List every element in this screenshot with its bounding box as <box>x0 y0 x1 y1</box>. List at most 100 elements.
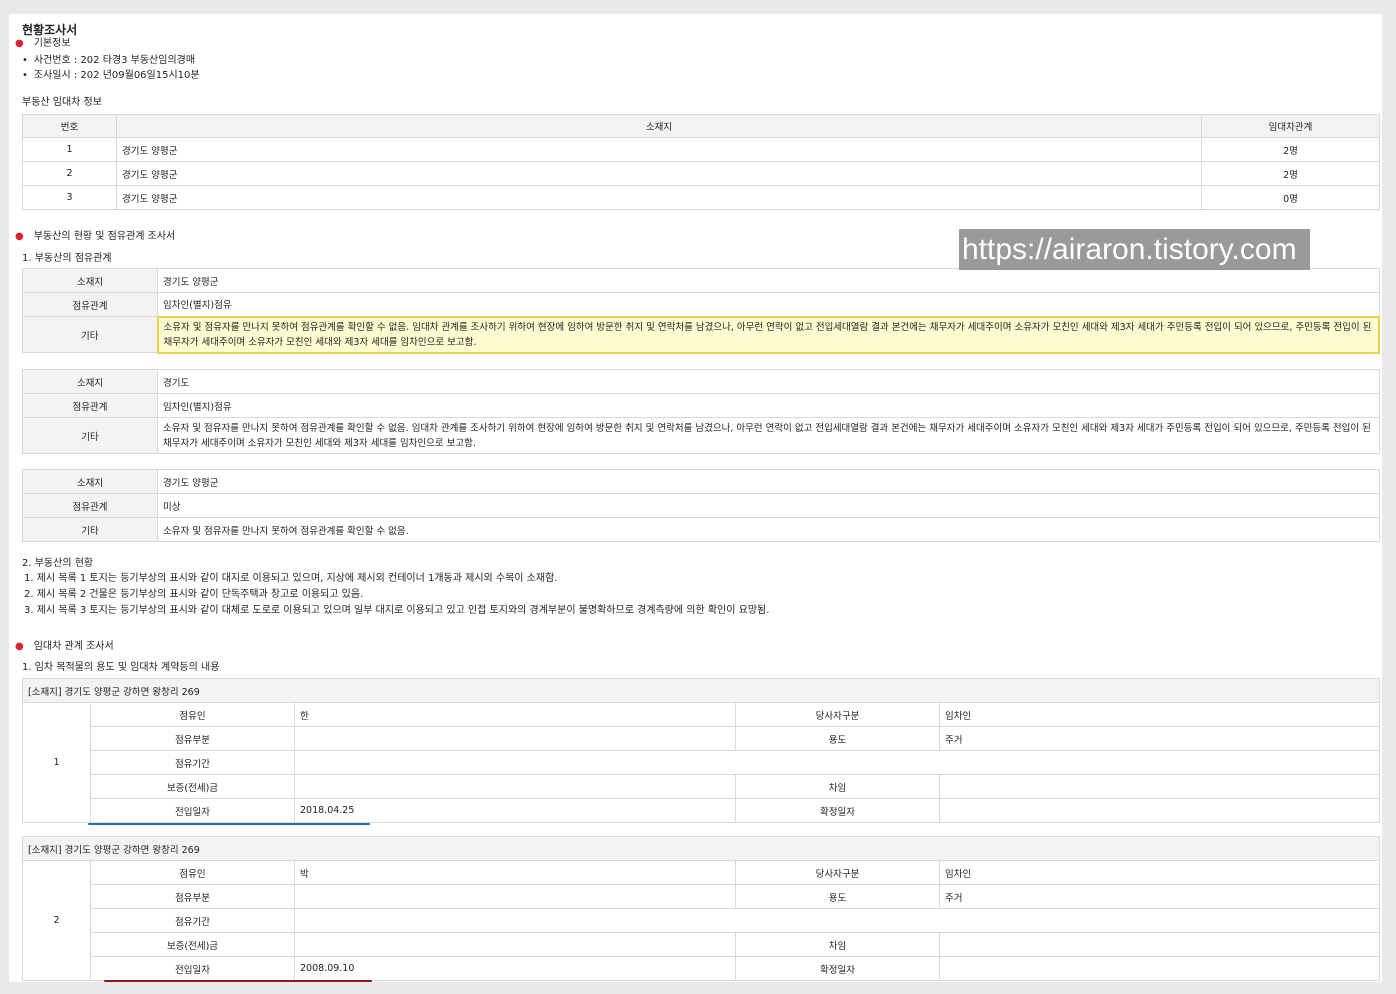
table-header-row: 번호 소재지 임대차관계 <box>22 114 1380 138</box>
table-row: 보증(전세)금 차임 <box>23 774 1380 799</box>
label-cell: 보증(전세)금 <box>90 932 295 957</box>
label-cell: 소재지 <box>22 268 158 293</box>
document-page: 현황조사서 ●기본정보 사건번호 : 202 타경3 부동산임의경매 조사일시 … <box>9 14 1382 982</box>
condition-item: 3. 제시 목록 3 토지는 등기부상의 표시와 같이 대체로 도로로 이용되고… <box>24 605 770 616</box>
table-row: 전입일자 2018.04.25 확정일자 <box>23 798 1380 823</box>
table-row: 점유부분 용도 주거 <box>23 884 1380 909</box>
label-cell: 점유부분 <box>90 726 295 751</box>
label-cell: 소재지 <box>22 469 158 494</box>
label-cell: 점유관계 <box>22 393 158 418</box>
occupant-cell: 박 <box>294 860 736 885</box>
table-row: 기타 소유자 및 점유자를 만나지 못하여 점유관계를 확인할 수 없음. <box>22 517 1380 542</box>
red-underline-annotation <box>104 980 372 982</box>
confirm-cell <box>939 956 1380 981</box>
table-row: 3 경기도 양평군 0명 <box>22 185 1380 210</box>
table-row: 2 경기도 양평군 2명 <box>22 161 1380 186</box>
other-cell: 소유자 및 점유자를 만나지 못하여 점유관계를 확인할 수 없음. <box>157 517 1380 542</box>
table-row: 1 점유인 한 당사자구분 임차인 <box>22 702 1380 823</box>
party-type-cell: 임차인 <box>939 860 1380 885</box>
label-cell: 점유관계 <box>22 292 158 317</box>
other-cell: 소유자 및 점유자를 만나지 못하여 점유관계를 확인할 수 없음. 임대차 관… <box>157 417 1380 454</box>
lease-caption: [소재지] 경기도 양평군 강하면 왕창리 269 <box>22 678 1380 703</box>
blue-underline-annotation <box>88 823 370 825</box>
location-cell: 경기도 양평군 <box>157 268 1380 293</box>
label-cell: 점유인 <box>90 860 295 885</box>
table-cell: 0명 <box>1201 185 1380 210</box>
lease-sub-heading: 1. 임차 목적물의 용도 및 임대차 계약등의 내용 <box>22 662 220 673</box>
tenant-info-table: 번호 소재지 임대차관계 1 경기도 양평군 2명 2 경기도 양평군 2명 3… <box>22 114 1380 210</box>
table-cell: 2명 <box>1201 137 1380 162</box>
label-cell: 점유인 <box>90 702 295 727</box>
bullet-dot-icon: ● <box>15 641 24 652</box>
deposit-cell <box>294 774 736 799</box>
label-cell: 전입일자 <box>90 956 295 981</box>
table-cell: 경기도 양평군 <box>116 137 1202 162</box>
part-cell <box>294 726 736 751</box>
use-cell: 주거 <box>939 726 1380 751</box>
occupancy-table: 소재지 경기도 양평군 점유관계 임차인(별지)점유 기타 소유자 및 점유자를… <box>22 268 1380 354</box>
table-cell: 경기도 양평군 <box>116 185 1202 210</box>
table-cell: 경기도 양평군 <box>116 161 1202 186</box>
other-cell-highlighted: 소유자 및 점유자를 만나지 못하여 점유관계를 확인할 수 없음. 임대차 관… <box>156 315 1380 354</box>
occupancy-table: 소재지 경기도 양평군 점유관계 미상 기타 소유자 및 점유자를 만나지 못하… <box>22 469 1380 542</box>
part-cell <box>294 884 736 909</box>
table-cell: 2명 <box>1201 161 1380 186</box>
table-row: 소재지 경기도 양평군 <box>22 469 1380 494</box>
move-in-cell: 2008.09.10 <box>294 956 736 981</box>
lease-table: [소재지] 경기도 양평군 강하면 왕창리 269 2 점유인 박 당사자구분 … <box>22 836 1380 981</box>
table-row: 보증(전세)금 차임 <box>23 932 1380 957</box>
table-cell: 2 <box>22 161 117 186</box>
table-row: 2 점유인 박 당사자구분 임차인 <box>22 860 1380 981</box>
bullet-dot-icon: ● <box>15 231 24 242</box>
occupancy-table: 소재지 경기도 점유관계 임차인(별지)점유 기타 소유자 및 점유자를 만나지… <box>22 369 1380 454</box>
label-cell: 당사자구분 <box>735 860 940 885</box>
relation-cell: 임차인(별지)점유 <box>157 292 1380 317</box>
label-cell: 기타 <box>22 316 158 353</box>
table-row: 점유관계 임차인(별지)점유 <box>22 393 1380 418</box>
condition-item: 1. 제시 목록 1 토지는 등기부상의 표시와 같이 대지로 이용되고 있으며… <box>24 573 558 584</box>
entry-number: 2 <box>22 860 91 981</box>
tenant-info-heading: 부동산 임대차 정보 <box>22 97 102 108</box>
entry-number: 1 <box>22 702 91 823</box>
caption-row: [소재지] 경기도 양평군 강하면 왕창리 269 <box>22 678 1380 703</box>
label-cell: 점유기간 <box>90 750 295 775</box>
lease-caption: [소재지] 경기도 양평군 강하면 왕창리 269 <box>22 836 1380 861</box>
occupancy-heading: 1. 부동산의 점유관계 <box>22 253 112 264</box>
column-header: 소재지 <box>116 114 1202 138</box>
label-cell: 차임 <box>735 774 940 799</box>
caption-row: [소재지] 경기도 양평군 강하면 왕창리 269 <box>22 836 1380 861</box>
table-row: 전입일자 2008.09.10 확정일자 <box>23 956 1380 981</box>
status-survey-heading: ● 부동산의 현황 및 점유관계 조사서 <box>15 231 176 242</box>
table-row: 점유기간 <box>23 908 1380 933</box>
deposit-cell <box>294 932 736 957</box>
table-row: 점유관계 임차인(별지)점유 <box>22 292 1380 317</box>
condition-list: 1. 제시 목록 1 토지는 등기부상의 표시와 같이 대지로 이용되고 있으며… <box>24 571 769 619</box>
watermark: https://airaron.tistory.com <box>959 229 1310 270</box>
label-cell: 용도 <box>735 884 940 909</box>
column-header: 번호 <box>22 114 117 138</box>
basic-info-list: 사건번호 : 202 타경3 부동산임의경매 조사일시 : 202 년09월06… <box>22 53 200 83</box>
condition-item: 2. 제시 목록 2 건물은 등기부상의 표시와 같이 단독주택과 창고로 이용… <box>24 589 364 600</box>
table-row: 점유관계 미상 <box>22 493 1380 518</box>
label-cell: 당사자구분 <box>735 702 940 727</box>
period-cell <box>294 750 1380 775</box>
table-row: 점유부분 용도 주거 <box>23 726 1380 751</box>
relation-cell: 미상 <box>157 493 1380 518</box>
table-row: 소재지 경기도 <box>22 369 1380 394</box>
label-cell: 차임 <box>735 932 940 957</box>
label-cell: 전입일자 <box>90 798 295 823</box>
move-in-cell: 2018.04.25 <box>294 798 736 823</box>
case-number: 사건번호 : 202 타경3 부동산임의경매 <box>22 53 200 68</box>
rent-cell <box>939 932 1380 957</box>
confirm-cell <box>939 798 1380 823</box>
label-cell: 기타 <box>22 517 158 542</box>
table-row: 점유기간 <box>23 750 1380 775</box>
label-cell: 점유관계 <box>22 493 158 518</box>
table-row: 기타 소유자 및 점유자를 만나지 못하여 점유관계를 확인할 수 없음. 임대… <box>22 315 1380 354</box>
column-header: 임대차관계 <box>1201 114 1380 138</box>
table-row: 1 경기도 양평군 2명 <box>22 137 1380 162</box>
period-cell <box>294 908 1380 933</box>
label-cell: 확정일자 <box>735 798 940 823</box>
label-cell: 기타 <box>22 417 158 454</box>
relation-cell: 임차인(별지)점유 <box>157 393 1380 418</box>
